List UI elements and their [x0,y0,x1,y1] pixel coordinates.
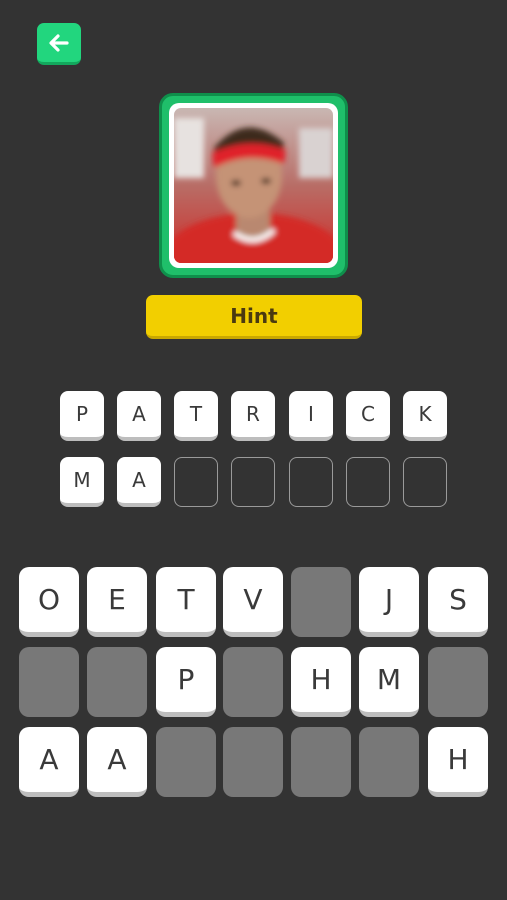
player-photo-frame [159,93,348,278]
answer-letter-tile[interactable]: M [60,457,104,507]
letter-key[interactable]: T [156,567,216,637]
used-letter-key [223,647,283,717]
answer-letter-tile[interactable]: T [174,391,218,441]
used-letter-key [19,647,79,717]
letter-key[interactable]: H [291,647,351,717]
player-photo-image [174,108,333,263]
player-photo [169,103,338,268]
answer-letter-tile[interactable]: A [117,391,161,441]
answer-empty-slot [403,457,447,507]
answer-empty-slot [289,457,333,507]
answer-empty-slot [174,457,218,507]
letter-key[interactable]: A [87,727,147,797]
answer-empty-slot [346,457,390,507]
letter-key[interactable]: H [428,727,488,797]
used-letter-key [291,727,351,797]
letter-key[interactable]: S [428,567,488,637]
answer-letter-tile[interactable]: R [231,391,275,441]
hint-label: Hint [230,303,278,328]
answer-letter-tile[interactable]: A [117,457,161,507]
answer-letter-tile[interactable]: I [289,391,333,441]
answer-letter-tile[interactable]: P [60,391,104,441]
used-letter-key [428,647,488,717]
used-letter-key [156,727,216,797]
back-button[interactable] [37,23,81,65]
letter-key[interactable]: J [359,567,419,637]
letter-key[interactable]: O [19,567,79,637]
arrow-left-icon [49,33,69,52]
letter-key[interactable]: P [156,647,216,717]
answer-letter-tile[interactable]: K [403,391,447,441]
letter-key[interactable]: A [19,727,79,797]
used-letter-key [87,647,147,717]
used-letter-key [359,727,419,797]
letter-key[interactable]: V [223,567,283,637]
letter-key[interactable]: E [87,567,147,637]
answer-letter-tile[interactable]: C [346,391,390,441]
used-letter-key [223,727,283,797]
answer-empty-slot [231,457,275,507]
letter-key[interactable]: M [359,647,419,717]
used-letter-key [291,567,351,637]
hint-button[interactable]: Hint [146,295,362,339]
